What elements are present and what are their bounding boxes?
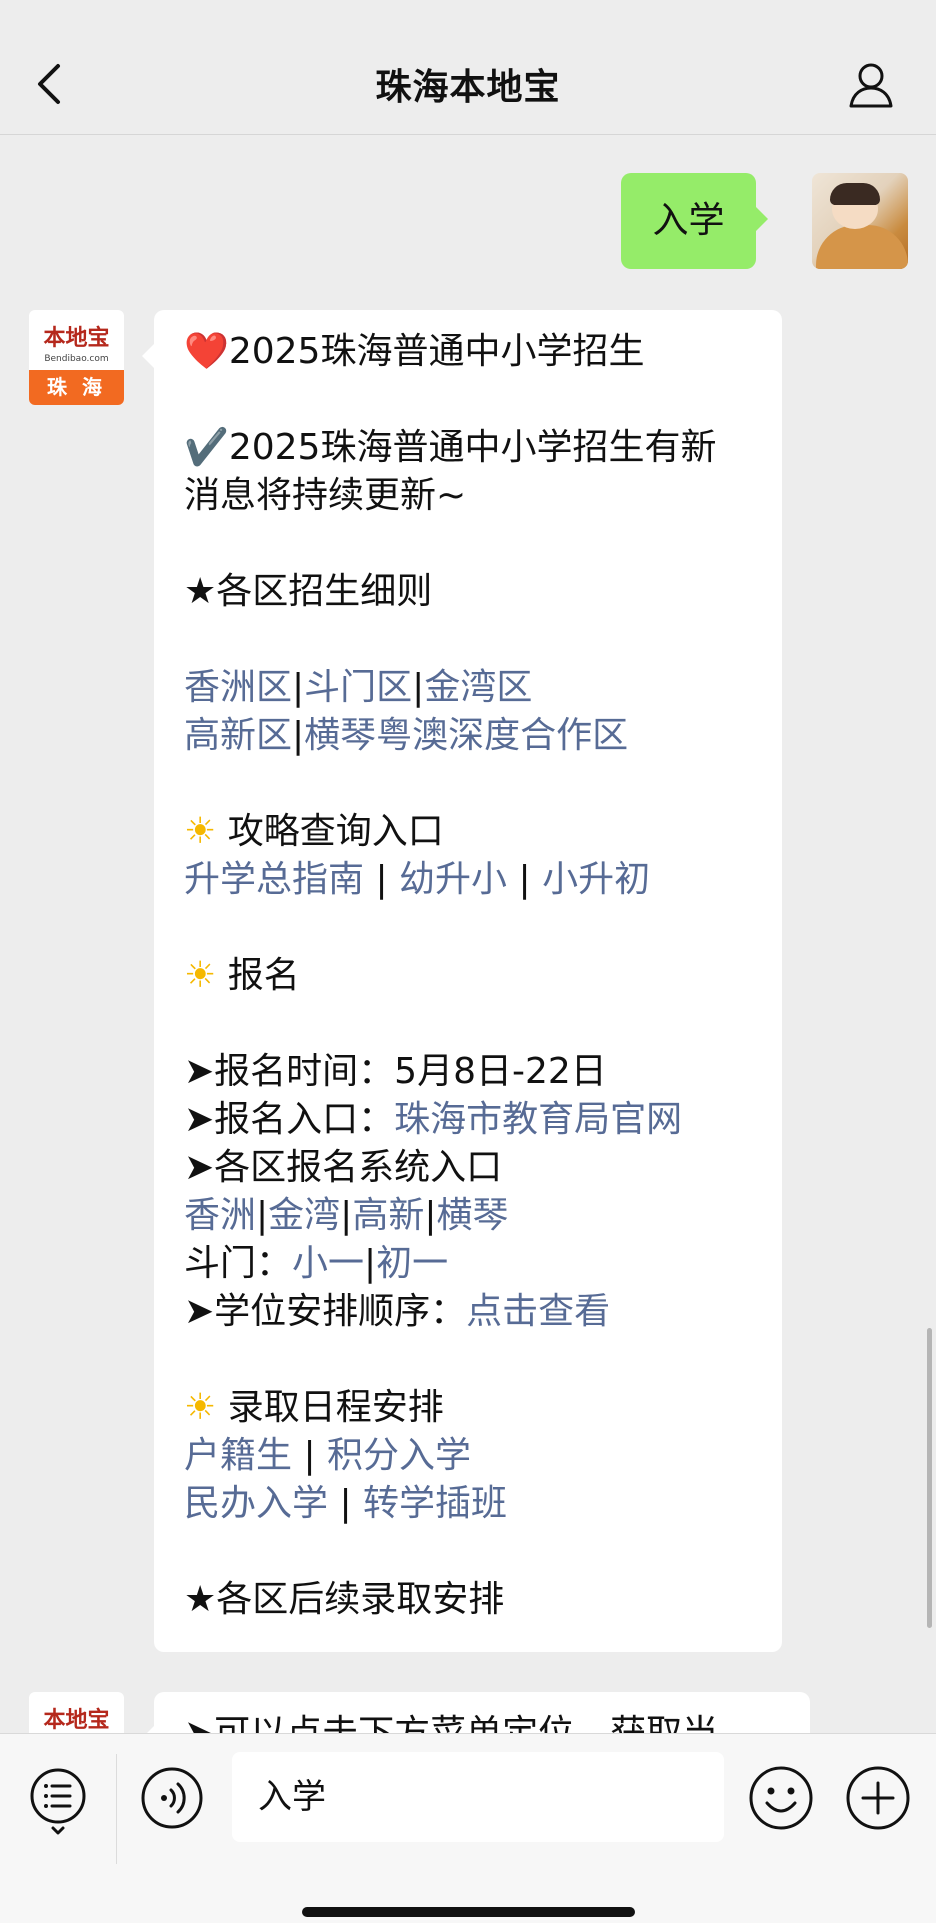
chat-area[interactable]: 入学 本地宝 Bendibao.com 珠 海 ❤️2025珠海普通中小学招生 … <box>0 135 936 1733</box>
check-icon: ✔️ <box>184 427 229 468</box>
plus-icon <box>846 1766 910 1830</box>
avatar-city-label: 珠 海 <box>29 370 124 405</box>
link-system-gaoxin[interactable]: 高新 <box>352 1195 424 1236</box>
sun-icon: ☀ <box>184 1387 217 1428</box>
link-doumen-middle-one[interactable]: 初一 <box>376 1243 448 1284</box>
link-jinwan-district[interactable]: 金湾区 <box>424 667 532 708</box>
link-doumen-district[interactable]: 斗门区 <box>304 667 412 708</box>
next-message-text: ➤可以点击下方菜单定位，获取当 <box>184 1710 780 1733</box>
bot-avatar[interactable]: 本地宝 Bendibao.com 珠 海 <box>29 1692 124 1733</box>
guide-heading: 攻略查询入口 <box>227 811 444 852</box>
link-system-xiangzhou[interactable]: 香洲 <box>184 1195 256 1236</box>
bot-message-bubble-next: ➤可以点击下方菜单定位，获取当 <box>142 1692 810 1733</box>
link-primary-to-middle[interactable]: 小升初 <box>542 859 650 900</box>
link-private-admission[interactable]: 民办入学 <box>184 1483 328 1524</box>
districts-heading: ★各区招生细则 <box>184 571 433 612</box>
voice-icon <box>141 1767 203 1829</box>
person-icon <box>849 63 893 108</box>
signup-time-label: ➤报名时间： <box>184 1051 395 1092</box>
nav-bar: 珠海本地宝 <box>0 0 936 135</box>
link-guide-overview[interactable]: 升学总指南 <box>184 859 364 900</box>
link-registered-residents[interactable]: 户籍生 <box>184 1435 292 1476</box>
user-avatar[interactable] <box>812 173 908 269</box>
link-doumen-primary-one[interactable]: 小一 <box>292 1243 364 1284</box>
district-system-label: ➤各区报名系统入口 <box>184 1147 503 1188</box>
bot-avatar[interactable]: 本地宝 Bendibao.com 珠 海 <box>29 310 124 405</box>
scrollbar[interactable] <box>927 1328 932 1628</box>
sun-icon: ☀ <box>184 811 217 852</box>
followup-heading: ★各区后续录取安排 <box>184 1579 505 1620</box>
avatar-logo-text: 本地宝 <box>43 325 110 351</box>
message-title: 2025珠海普通中小学招生 <box>228 331 645 372</box>
voice-button[interactable] <box>140 1766 204 1830</box>
home-indicator[interactable] <box>302 1907 635 1917</box>
signup-heading: 报名 <box>227 955 300 996</box>
doumen-label: 斗门： <box>184 1243 293 1284</box>
order-label: ➤学位安排顺序： <box>184 1291 467 1332</box>
user-message-bubble[interactable]: 入学 <box>621 173 768 269</box>
signup-entry-label: ➤报名入口： <box>184 1099 395 1140</box>
list-menu-icon <box>30 1768 86 1835</box>
link-kindergarten-to-primary[interactable]: 幼升小 <box>399 859 507 900</box>
avatar-logo-text: 本地宝 <box>43 1707 110 1733</box>
link-points-admission[interactable]: 积分入学 <box>327 1435 471 1476</box>
emoji-icon <box>749 1766 813 1830</box>
link-xiangzhou-district[interactable]: 香洲区 <box>184 667 292 708</box>
emoji-button[interactable] <box>748 1765 814 1831</box>
update-line-2: 消息将持续更新~ <box>184 475 467 516</box>
divider <box>116 1754 117 1864</box>
bot-message-bubble: ❤️2025珠海普通中小学招生 ✔️2025珠海普通中小学招生有新 消息将持续更… <box>142 310 782 1652</box>
plus-button[interactable] <box>845 1765 911 1831</box>
message-input[interactable]: 入学 <box>232 1752 724 1842</box>
menu-button[interactable] <box>28 1766 88 1836</box>
sun-icon: ☀ <box>184 955 217 996</box>
update-line-1: 2025珠海普通中小学招生有新 <box>228 427 717 468</box>
link-click-to-view[interactable]: 点击查看 <box>466 1291 610 1332</box>
page-title: 珠海本地宝 <box>375 67 561 108</box>
input-bar: 入学 <box>0 1733 936 1923</box>
avatar-site-text: Bendibao.com <box>44 354 109 364</box>
signup-time-value: 5月8日-22日 <box>394 1051 607 1092</box>
link-system-hengqin[interactable]: 横琴 <box>436 1195 508 1236</box>
profile-button[interactable] <box>846 60 896 110</box>
link-education-bureau[interactable]: 珠海市教育局官网 <box>394 1099 682 1140</box>
link-transfer-admission[interactable]: 转学插班 <box>363 1483 507 1524</box>
admission-heading: 录取日程安排 <box>227 1387 444 1428</box>
link-gaoxin-district[interactable]: 高新区 <box>184 715 292 756</box>
heart-icon: ❤️ <box>184 331 229 372</box>
link-hengqin-zone[interactable]: 横琴粤澳深度合作区 <box>304 715 628 756</box>
link-system-jinwan[interactable]: 金湾 <box>268 1195 340 1236</box>
